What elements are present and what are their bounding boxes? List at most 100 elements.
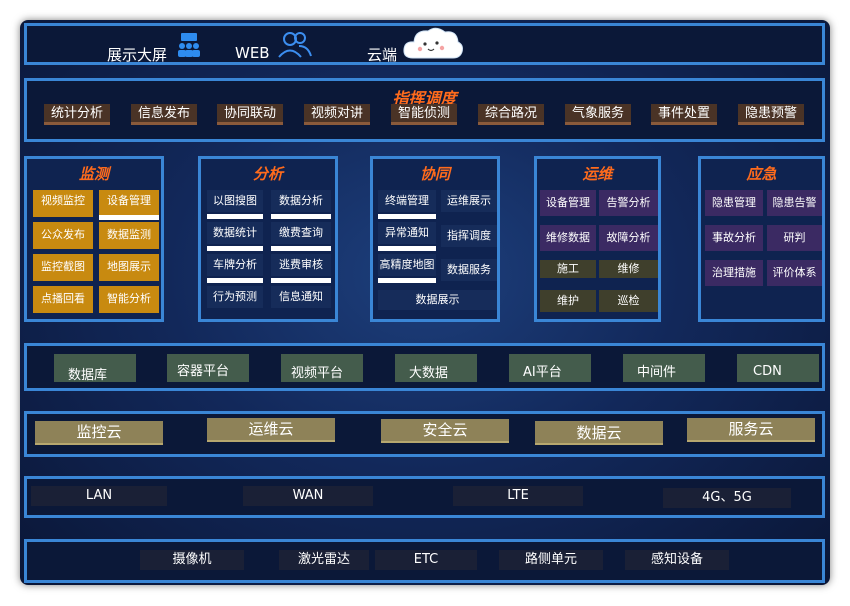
device-camera[interactable]: 摄像机 <box>140 550 244 570</box>
monitor-cell[interactable]: 地图展示 <box>99 254 159 281</box>
network-4g5g[interactable]: 4G、5G <box>663 488 791 508</box>
cloud-ops[interactable]: 运维云 <box>207 418 335 442</box>
analysis-cell[interactable]: 逃费审核 <box>271 254 331 276</box>
ops-cell[interactable]: 设备管理 <box>540 190 596 216</box>
device-lidar[interactable]: 激光雷达 <box>279 550 369 570</box>
coord-cell[interactable]: 终端管理 <box>378 190 436 212</box>
device-sensor[interactable]: 感知设备 <box>625 550 729 570</box>
network-lan[interactable]: LAN <box>31 486 167 506</box>
divider <box>271 278 331 283</box>
module-emergency: 应急 隐患管理 隐患告警 事故分析 研判 治理措施 评价体系 <box>698 156 825 322</box>
analysis-cell[interactable]: 信息通知 <box>271 286 331 308</box>
module-ops-title: 运维 <box>582 165 613 183</box>
coord-cell[interactable]: 异常通知 <box>378 222 436 244</box>
platform-bigdata[interactable]: 大数据 <box>395 354 477 382</box>
module-ops: 运维 设备管理 告警分析 维修数据 故障分析 施工 维修 维护 巡检 <box>534 156 661 322</box>
divider <box>378 246 436 251</box>
cmd-warning-button[interactable]: 隐患预警 <box>738 104 804 125</box>
emergency-cell[interactable]: 隐患管理 <box>705 190 763 216</box>
analysis-cell[interactable]: 数据统计 <box>207 222 263 244</box>
emergency-cell[interactable]: 治理措施 <box>705 260 763 286</box>
ops-cell[interactable]: 维修数据 <box>540 225 596 251</box>
web-label: WEB <box>235 44 270 62</box>
monitor-cell[interactable]: 点播回看 <box>33 286 93 313</box>
coord-cell[interactable]: 运维展示 <box>441 190 497 212</box>
ops-cell[interactable]: 维护 <box>540 290 596 312</box>
cloud-data[interactable]: 数据云 <box>535 421 663 445</box>
coord-cell[interactable]: 数据展示 <box>378 290 497 310</box>
device-layer: 摄像机 激光雷达 ETC 路侧单元 感知设备 <box>24 539 825 583</box>
module-emergency-title: 应急 <box>746 165 777 183</box>
monitor-cell[interactable]: 公众发布 <box>33 222 93 249</box>
platform-middleware[interactable]: 中间件 <box>623 354 705 382</box>
coord-cell[interactable]: 高精度地图 <box>378 254 436 276</box>
module-coord: 协同 终端管理 运维展示 异常通知 指挥调度 高精度地图 数据服务 数据展示 <box>370 156 500 322</box>
monitor-cell[interactable]: 智能分析 <box>99 286 159 313</box>
analysis-cell[interactable]: 行为预测 <box>207 286 263 308</box>
coord-cell[interactable]: 指挥调度 <box>441 225 497 247</box>
cmd-publish-button[interactable]: 信息发布 <box>131 104 197 125</box>
analysis-cell[interactable]: 数据分析 <box>271 190 331 212</box>
module-coord-title: 协同 <box>419 165 450 183</box>
cmd-detect-button[interactable]: 智能侦测 <box>391 104 457 125</box>
analysis-cell[interactable]: 缴费查询 <box>271 222 331 244</box>
module-analysis: 分析 以图搜图 数据分析 数据统计 缴费查询 车牌分析 逃费审核 行为预测 信息… <box>198 156 338 322</box>
divider <box>378 278 436 283</box>
divider <box>271 214 331 219</box>
users-icon <box>277 30 313 64</box>
network-wan[interactable]: WAN <box>243 486 373 506</box>
command-layer: 指挥调度 统计分析 信息发布 协同联动 视频对讲 智能侦测 综合路况 气象服务 … <box>24 78 825 142</box>
cmd-weather-button[interactable]: 气象服务 <box>565 104 631 125</box>
cloud-service[interactable]: 服务云 <box>687 418 815 442</box>
emergency-cell[interactable]: 隐患告警 <box>767 190 822 216</box>
network-lte[interactable]: LTE <box>453 486 583 506</box>
cmd-linkage-button[interactable]: 协同联动 <box>217 104 283 125</box>
ops-cell[interactable]: 施工 <box>540 260 596 278</box>
monitor-cell[interactable]: 监控截图 <box>33 254 93 281</box>
module-monitor-title: 监测 <box>78 165 109 183</box>
divider <box>207 214 263 219</box>
platform-container[interactable]: 容器平台 <box>167 354 249 382</box>
group-icon <box>175 32 203 64</box>
emergency-cell[interactable]: 评价体系 <box>767 260 822 286</box>
device-rsu[interactable]: 路侧单元 <box>499 550 603 570</box>
platform-ai[interactable]: AI平台 <box>509 354 591 382</box>
cmd-traffic-button[interactable]: 综合路况 <box>478 104 544 125</box>
divider <box>271 246 331 251</box>
ops-cell[interactable]: 维修 <box>599 260 658 278</box>
ops-cell[interactable]: 故障分析 <box>599 225 658 251</box>
architecture-diagram: 展示大屏 WEB 云端 指挥调度 统计分析 信息发布 协同联动 视频对讲 智能侦… <box>20 20 830 585</box>
display-screen-label: 展示大屏 <box>107 46 168 64</box>
divider <box>378 214 436 219</box>
divider <box>207 246 263 251</box>
ops-cell[interactable]: 告警分析 <box>599 190 658 216</box>
platform-video[interactable]: 视频平台 <box>281 354 363 382</box>
access-layer: 展示大屏 WEB 云端 <box>24 23 825 65</box>
analysis-cell[interactable]: 以图搜图 <box>207 190 263 212</box>
cmd-intercom-button[interactable]: 视频对讲 <box>304 104 370 125</box>
device-etc[interactable]: ETC <box>375 550 477 570</box>
cloud-security[interactable]: 安全云 <box>381 419 509 443</box>
analysis-cell[interactable]: 车牌分析 <box>207 254 263 276</box>
cmd-stats-button[interactable]: 统计分析 <box>44 104 110 125</box>
cloud-layer: 监控云 运维云 安全云 数据云 服务云 <box>24 411 825 457</box>
monitor-cell[interactable]: 视频监控 <box>33 190 93 217</box>
platform-cdn[interactable]: CDN <box>737 354 819 382</box>
emergency-cell[interactable]: 研判 <box>767 225 822 251</box>
coord-cell[interactable]: 数据服务 <box>441 259 497 281</box>
platform-layer: 数据库 容器平台 视频平台 大数据 AI平台 中间件 CDN <box>24 343 825 391</box>
cloud-monitor[interactable]: 监控云 <box>35 421 163 445</box>
ops-cell[interactable]: 巡检 <box>599 290 658 312</box>
emergency-cell[interactable]: 事故分析 <box>705 225 763 251</box>
cmd-incident-button[interactable]: 事件处置 <box>651 104 717 125</box>
monitor-cell[interactable]: 设备管理 <box>99 190 159 217</box>
monitor-cell[interactable]: 数据监测 <box>99 222 159 249</box>
divider <box>99 215 159 220</box>
platform-database[interactable]: 数据库 <box>54 354 136 383</box>
cloud-label: 云端 <box>367 46 398 64</box>
network-layer: LAN WAN LTE 4G、5G <box>24 476 825 518</box>
divider <box>207 278 263 283</box>
module-monitor: 监测 视频监控 设备管理 公众发布 数据监测 监控截图 地图展示 点播回看 智能… <box>24 156 164 322</box>
cloud-icon <box>401 24 465 68</box>
module-analysis-title: 分析 <box>252 165 283 183</box>
